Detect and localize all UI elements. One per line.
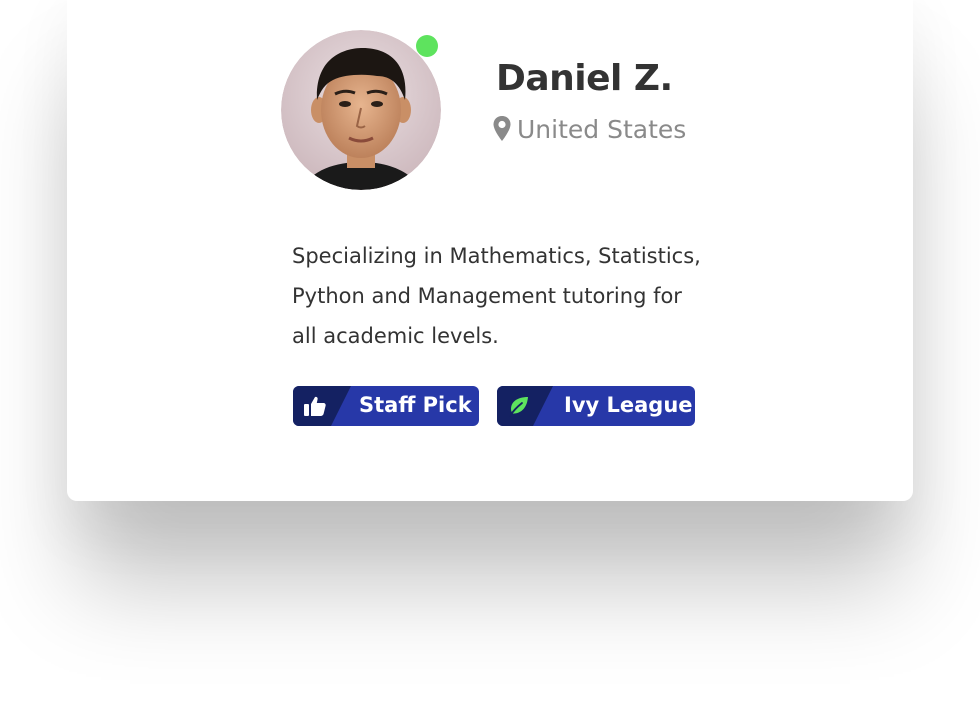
- leaf-icon: [509, 397, 528, 417]
- tutor-bio: Specializing in Mathematics, Statistics,…: [292, 244, 701, 348]
- page: Daniel Z. United States Specializing in …: [0, 0, 980, 704]
- staff-pick-label: Staff Pick: [359, 393, 472, 417]
- avatar[interactable]: [281, 30, 441, 190]
- staff-pick-badge[interactable]: Staff Pick: [293, 386, 479, 426]
- ivy-league-badge[interactable]: Ivy League: [497, 386, 695, 426]
- tutor-location: United States: [492, 114, 686, 144]
- ivy-league-label: Ivy League: [564, 393, 693, 417]
- online-status-dot: [416, 35, 438, 57]
- tutor-name: Daniel Z.: [496, 58, 673, 99]
- location-label: United States: [517, 114, 687, 144]
- thumbs-up-icon: [304, 396, 326, 416]
- map-pin-icon: [493, 116, 511, 141]
- avatar-container[interactable]: [281, 30, 441, 190]
